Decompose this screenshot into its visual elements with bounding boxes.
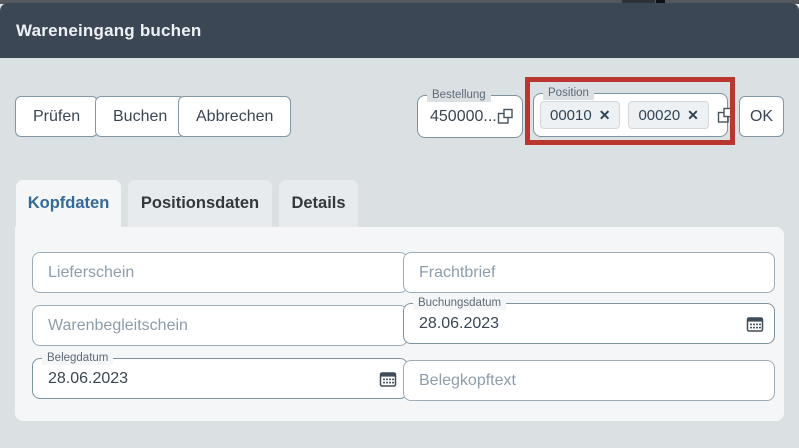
belegdatum-calendar-icon[interactable] (379, 370, 397, 388)
belegdatum-field[interactable]: Belegdatum 28.06.2023 (32, 351, 408, 399)
belegdatum-value[interactable]: 28.06.2023 (33, 370, 379, 388)
tab-details[interactable]: Details (279, 180, 358, 227)
position-token-00010-text: 00010 (550, 106, 592, 124)
lieferschein-field[interactable] (32, 252, 408, 293)
warenbegleitschein-input[interactable] (33, 306, 407, 345)
position-value-help-icon[interactable] (717, 107, 734, 124)
kopfdaten-panel: Buchungsdatum 28.06.2023 Belegdatum 28.0… (15, 227, 784, 421)
goods-receipt-dialog: Wareneingang buchen Prüfen Buchen Abbrec… (0, 0, 799, 448)
frachtbrief-input[interactable] (404, 253, 774, 292)
dialog-titlebar: Wareneingang buchen (0, 3, 799, 58)
abbrechen-button[interactable]: Abbrechen (178, 96, 292, 137)
position-token-00020[interactable]: 00020 ✕ (628, 101, 709, 129)
buchungsdatum-calendar-icon[interactable] (746, 315, 764, 333)
position-token-00010[interactable]: 00010 ✕ (540, 101, 621, 129)
pruefen-button[interactable]: Prüfen (15, 96, 99, 137)
belegkopftext-input[interactable] (404, 361, 774, 400)
position-token-00010-remove-icon[interactable]: ✕ (599, 108, 611, 122)
position-token-00020-text: 00020 (638, 106, 681, 124)
bestellung-value-help-icon[interactable] (497, 108, 514, 125)
dialog-title: Wareneingang buchen (16, 20, 202, 40)
tab-positionsdaten[interactable]: Positionsdaten (128, 180, 272, 227)
position-label: Position (543, 86, 594, 100)
buchungsdatum-value[interactable]: 28.06.2023 (404, 315, 746, 333)
position-field[interactable]: Position 00010 ✕ 00020 ✕ (533, 86, 733, 137)
ok-button[interactable]: OK (739, 96, 784, 137)
belegdatum-label: Belegdatum (42, 351, 114, 365)
warenbegleitschein-field[interactable] (32, 305, 408, 346)
belegkopftext-field[interactable] (403, 360, 775, 401)
position-token-00020-remove-icon[interactable]: ✕ (687, 108, 699, 122)
bestellung-label: Bestellung (427, 88, 491, 102)
frachtbrief-field[interactable] (403, 252, 775, 293)
buchungsdatum-field[interactable]: Buchungsdatum 28.06.2023 (403, 296, 775, 344)
bestellung-value[interactable]: 450000... (430, 108, 497, 126)
tab-kopfdaten[interactable]: Kopfdaten (16, 180, 121, 227)
buchen-button[interactable]: Buchen (95, 96, 186, 137)
bestellung-field[interactable]: Bestellung 450000... (417, 88, 523, 138)
lieferschein-input[interactable] (33, 253, 407, 292)
buchungsdatum-label: Buchungsdatum (413, 296, 507, 310)
